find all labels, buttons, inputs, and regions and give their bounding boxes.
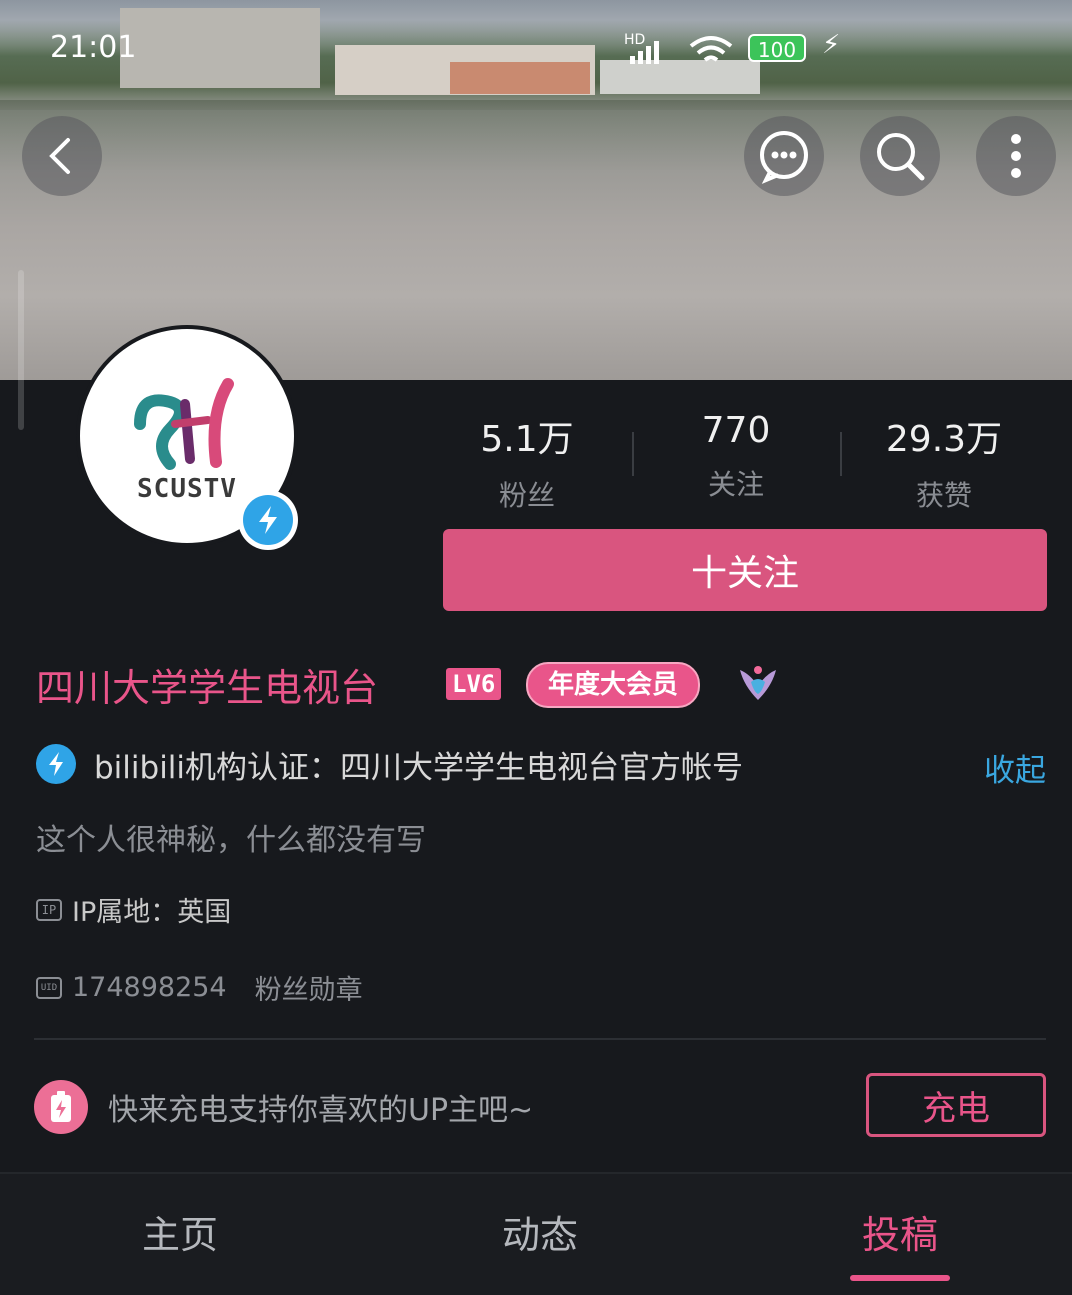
follow-button[interactable]: 十关注 xyxy=(443,529,1047,611)
level-badge: LV6 xyxy=(446,668,502,700)
back-button[interactable] xyxy=(22,116,102,196)
charging-icon: ⚡ xyxy=(822,30,841,60)
battery-icon xyxy=(51,1091,71,1122)
ip-location-row: IP IP属地：英国 xyxy=(36,890,231,929)
chevron-left-icon xyxy=(49,138,70,174)
fan-medal-link[interactable]: 粉丝勋章 xyxy=(255,968,363,1007)
certification-row: bilibili机构认证：四川大学学生电视台官方帐号 xyxy=(36,740,743,788)
uid-text[interactable]: 174898254 xyxy=(72,972,227,1003)
ip-icon: IP xyxy=(36,898,62,921)
stat-label: 获赞 xyxy=(915,479,972,512)
lightning-icon xyxy=(259,506,277,534)
status-time: 21:01 xyxy=(50,30,137,65)
charge-row: 快来充电支持你喜欢的UP主吧~ xyxy=(34,1080,533,1134)
bio-text: 这个人很神秘，什么都没有写 xyxy=(36,823,426,858)
charge-prompt: 快来充电支持你喜欢的UP主吧~ xyxy=(108,1093,534,1128)
more-button[interactable] xyxy=(976,116,1056,196)
stat-following[interactable]: 770 关注 xyxy=(646,410,826,503)
medal-icon[interactable] xyxy=(736,660,780,704)
uid-row: UID 174898254 粉丝勋章 xyxy=(36,968,363,1007)
profile-name: 四川大学学生电视台 xyxy=(36,666,379,710)
search-button[interactable] xyxy=(860,116,940,196)
stat-label: 粉丝 xyxy=(498,479,555,512)
verified-icon xyxy=(36,744,76,784)
more-vertical-icon xyxy=(1011,134,1021,178)
stat-label: 关注 xyxy=(707,468,764,501)
stat-value: 770 xyxy=(701,410,771,451)
collapse-link[interactable]: 收起 xyxy=(984,745,1046,790)
message-button[interactable] xyxy=(744,116,824,196)
battery-charge-icon xyxy=(34,1080,88,1134)
banner-building xyxy=(120,8,320,88)
lightning-icon xyxy=(49,752,63,776)
divider xyxy=(34,1038,1046,1040)
verified-badge xyxy=(238,490,298,550)
certification-text: bilibili机构认证：四川大学学生电视台官方帐号 xyxy=(94,749,744,786)
banner-building xyxy=(450,62,590,94)
stat-likes[interactable]: 29.3万 获赞 xyxy=(854,410,1034,514)
stat-fans[interactable]: 5.1万 粉丝 xyxy=(437,410,617,514)
tab-active-indicator xyxy=(850,1275,950,1281)
signal-icon xyxy=(630,41,659,64)
stat-divider xyxy=(632,432,634,476)
scustv-logo xyxy=(134,378,234,470)
ip-location-text: IP属地：英国 xyxy=(72,897,232,928)
stat-divider xyxy=(840,432,842,476)
uid-icon: UID xyxy=(36,976,62,999)
stat-value: 29.3万 xyxy=(885,419,1003,460)
stat-value: 5.1万 xyxy=(480,419,574,460)
tab-dynamics[interactable]: 动态 xyxy=(440,1204,640,1259)
chat-bubble-icon xyxy=(760,131,808,184)
charge-button[interactable]: 充电 xyxy=(866,1073,1046,1137)
search-icon xyxy=(877,133,925,181)
scroll-indicator[interactable] xyxy=(18,270,24,430)
battery-indicator: 100 xyxy=(748,34,806,62)
wifi-icon xyxy=(689,36,733,62)
tab-uploads[interactable]: 投稿 xyxy=(800,1204,1000,1259)
vip-badge[interactable]: 年度大会员 xyxy=(526,662,701,708)
tab-home[interactable]: 主页 xyxy=(80,1204,280,1259)
